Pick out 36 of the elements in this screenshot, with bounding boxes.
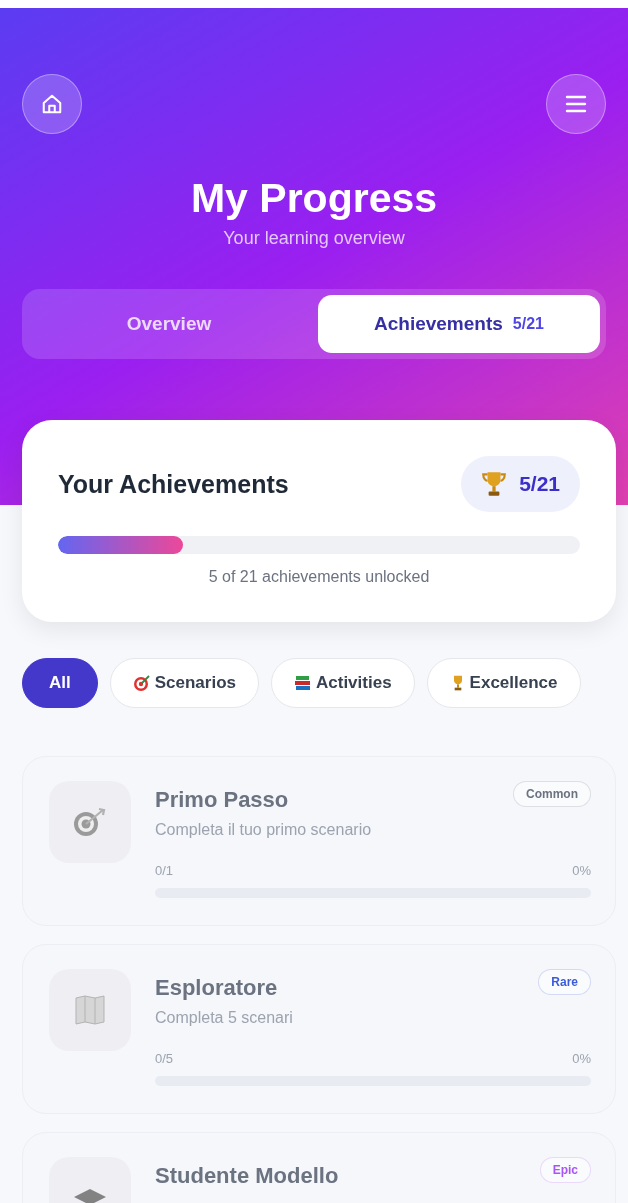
progress-percent: 0% — [572, 1051, 591, 1066]
rarity-tag: Epic — [539, 1157, 591, 1183]
rarity-tag: Common — [513, 781, 591, 807]
rarity-tag: Rare — [538, 969, 591, 995]
target-icon — [72, 806, 108, 838]
achievement-title: Primo Passo — [155, 787, 289, 813]
progress-percent: 0% — [572, 863, 591, 878]
page-subtitle: Your learning overview — [222, 228, 406, 249]
progress-count: 0/1 — [155, 863, 174, 878]
progress-caption: 5 of 21 achievements unlocked — [207, 568, 431, 586]
graduation-cap-icon — [72, 1187, 108, 1203]
tab-count: 5/21 — [512, 315, 544, 333]
home-button[interactable] — [22, 74, 82, 134]
page-title: My Progress — [189, 174, 439, 222]
books-icon — [294, 675, 312, 691]
trophy-icon — [481, 470, 508, 498]
achievement-title: Esploratore — [155, 975, 278, 1001]
target-icon — [132, 674, 151, 692]
summary-title: Your Achievements — [58, 469, 289, 499]
map-icon — [74, 995, 106, 1025]
home-icon — [41, 93, 63, 115]
menu-button[interactable] — [546, 74, 606, 134]
menu-icon — [565, 95, 587, 113]
filter-chip[interactable]: Scenarios — [109, 658, 259, 708]
progress-count: 0/5 — [155, 1051, 174, 1066]
achievement-description: Completa il tuo primo scenario — [155, 821, 373, 839]
achievement-card[interactable]: Esploratore Rare Completa 5 scenari 0/5 0% — [22, 944, 616, 1114]
achievement-title: Studente Modello — [155, 1163, 339, 1189]
filter-chip[interactable]: Excellence — [426, 658, 581, 708]
achievement-card[interactable]: Studente Modello Epic — [22, 1132, 616, 1203]
achievement-card[interactable]: Primo Passo Common Completa il tuo primo scenario 0/1 0% — [22, 756, 616, 926]
filter-chip[interactable]: Activities — [271, 658, 415, 708]
achievement-description: Completa 5 scenari — [155, 1009, 294, 1027]
count-text: 5/21 — [519, 472, 560, 496]
tab[interactable]: Achievements 5/21 — [318, 295, 600, 353]
filter-chip[interactable]: All — [22, 658, 98, 708]
